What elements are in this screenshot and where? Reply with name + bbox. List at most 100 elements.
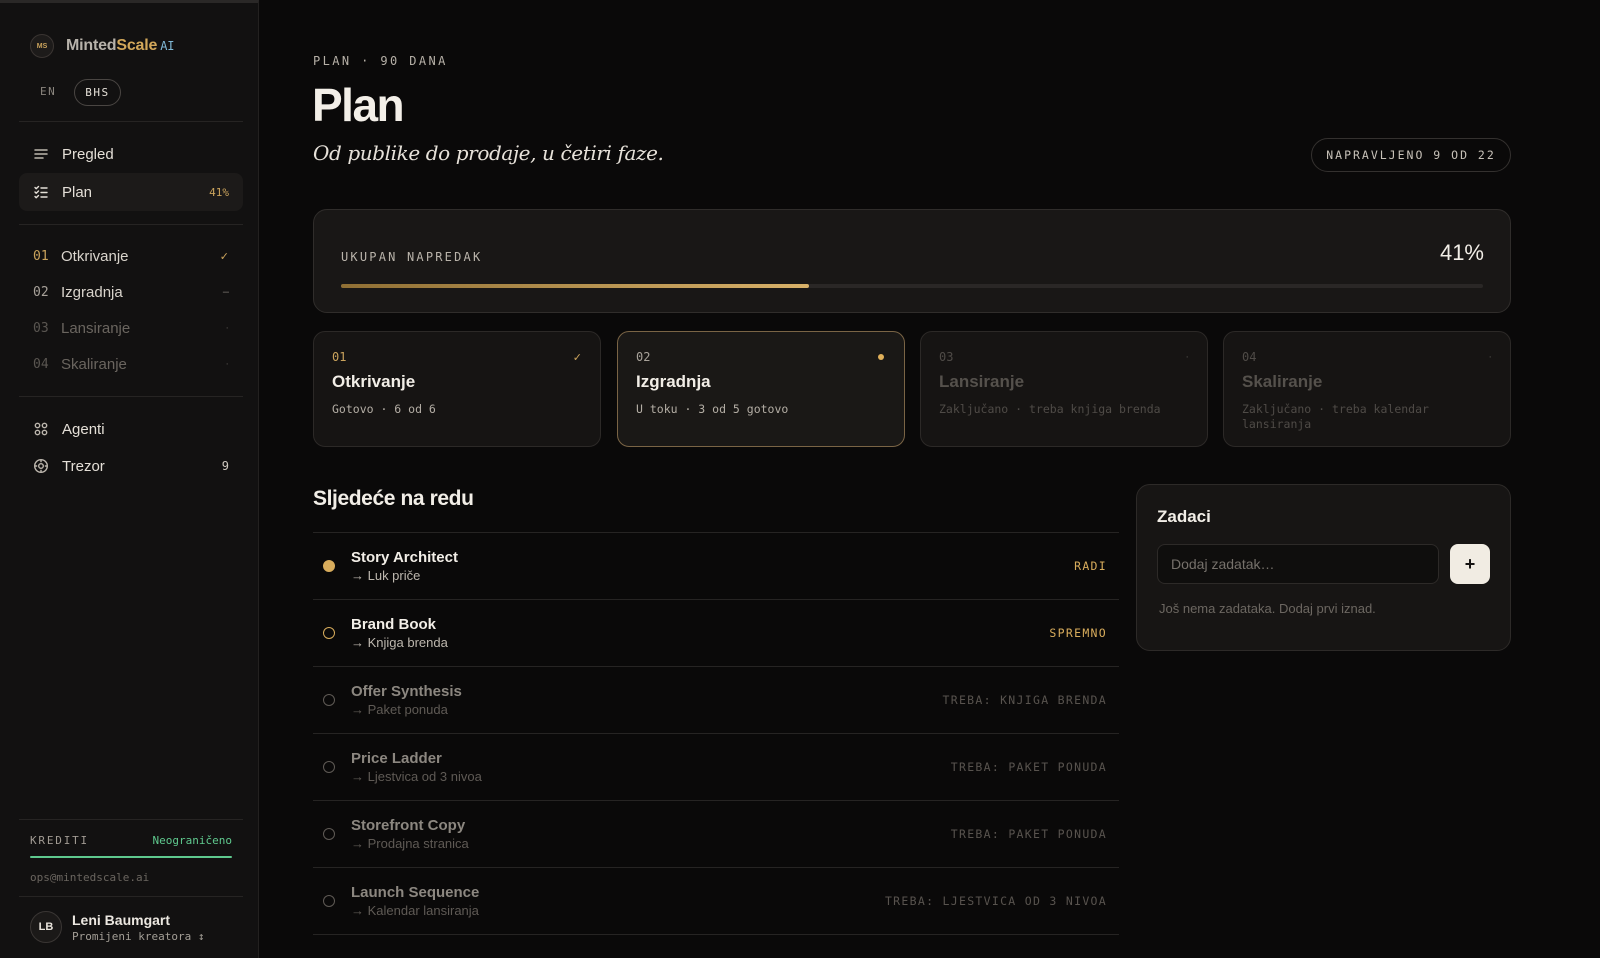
phase-title: Lansiranje — [939, 372, 1025, 391]
tasks-empty-state: Još nema zadataka. Dodaj prvi iznad. — [1159, 601, 1376, 616]
agent-output: → Luk priče — [351, 568, 421, 583]
nav-item-vault[interactable]: Trezor 9 — [19, 447, 243, 485]
nav-item-label: Plan — [62, 183, 93, 201]
agent-title: Price Ladder — [351, 750, 442, 767]
phase-status: U toku · 3 od 5 gotovo — [636, 402, 789, 416]
dot-icon: · — [225, 322, 229, 334]
progress-track — [341, 284, 1483, 288]
sidebar-phase-scale[interactable]: 04 Skaliranje · — [19, 349, 243, 379]
avatar: LB — [30, 911, 62, 943]
vault-icon — [33, 458, 49, 474]
phase-label: Lansiranje — [61, 319, 131, 337]
progress-percent: 41% — [1439, 240, 1484, 265]
lang-bhs-button[interactable]: BHS — [74, 79, 121, 106]
completed-count-pill: NAPRAVLJENO 9 OD 22 — [1311, 138, 1511, 172]
credits-panel: KREDITI Neograničeno — [19, 819, 243, 858]
phase-title: Otkrivanje — [332, 372, 416, 391]
agent-title: Story Architect — [351, 549, 458, 566]
status-badge: TREBA: LJESTVICA OD 3 NIVOA — [884, 894, 1107, 908]
tasks-heading: Zadaci — [1157, 507, 1211, 526]
lang-en-button[interactable]: EN — [30, 79, 66, 106]
page-subtitle: Od publike do prodaje, u četiri faze. — [313, 141, 664, 165]
list-item[interactable]: Brand Book → Knjiga brenda SPREMNO — [313, 600, 1119, 667]
status-ring-icon — [323, 694, 335, 706]
nav-item-plan[interactable]: Plan 41% — [19, 173, 243, 211]
next-up-list: Story Architect → Luk priče RADI Brand B… — [313, 532, 1119, 935]
status-badge: SPREMNO — [1049, 626, 1107, 640]
list-item[interactable]: Launch Sequence → Kalendar lansiranja TR… — [313, 868, 1119, 935]
agent-title: Brand Book — [351, 616, 437, 633]
agent-output: → Ljestvica od 3 nivoa — [351, 769, 482, 784]
user-name: Leni Baumgart — [72, 911, 171, 928]
check-icon: ✓ — [219, 250, 229, 263]
phase-card-launch[interactable]: 03 · Lansiranje Zaključano · treba knjig… — [920, 331, 1208, 447]
tasks-panel: Zadaci + Još nema zadataka. Dodaj prvi i… — [1136, 484, 1511, 651]
phase-label: Skaliranje — [61, 355, 127, 373]
phase-number: 02 — [33, 284, 49, 300]
task-input[interactable] — [1157, 544, 1439, 584]
list-item[interactable]: Storefront Copy → Prodajna stranica TREB… — [313, 801, 1119, 868]
nav-item-overview[interactable]: Pregled — [19, 135, 243, 173]
switch-creator-link[interactable]: Promijeni kreatora ↕ — [72, 930, 204, 943]
page-eyebrow: PLAN · 90 DANA — [313, 54, 448, 68]
credits-value: Neograničeno — [152, 834, 232, 847]
add-task-button[interactable]: + — [1450, 544, 1490, 584]
status-ring-icon — [323, 761, 335, 773]
agent-title: Launch Sequence — [351, 884, 480, 901]
dot-icon: · — [225, 358, 229, 370]
phase-status: Gotovo · 6 od 6 — [332, 402, 436, 416]
agent-output: → Kalendar lansiranja — [351, 903, 479, 918]
sidebar-phase-discovery[interactable]: 01 Otkrivanje ✓ — [19, 241, 243, 271]
plan-progress-badge: 41% — [209, 185, 229, 199]
vault-count: 9 — [221, 459, 229, 473]
phase-number: 03 — [33, 320, 49, 336]
sidebar-phase-launch[interactable]: 03 Lansiranje · — [19, 313, 243, 343]
phase-label: Otkrivanje — [61, 247, 129, 265]
phase-number: 03 — [939, 350, 954, 364]
phase-number: 02 — [636, 350, 651, 364]
dash-icon: – — [222, 286, 229, 298]
list-item[interactable]: Price Ladder → Ljestvica od 3 nivoa TREB… — [313, 734, 1119, 801]
account-email: ops@mintedscale.ai — [30, 871, 150, 884]
status-ring-icon — [323, 895, 335, 907]
check-icon: ✓ — [572, 351, 582, 364]
overall-progress-card: UKUPAN NAPREDAK 41% — [313, 209, 1511, 313]
phase-card-build[interactable]: 02 Izgradnja U toku · 3 od 5 gotovo — [617, 331, 905, 447]
nav-item-agents[interactable]: Agenti — [19, 410, 243, 448]
brand[interactable]: MS MintedScale AI — [30, 34, 174, 58]
phase-label: Izgradnja — [61, 283, 123, 301]
progress-fill — [341, 284, 810, 288]
credits-label: KREDITI — [30, 834, 89, 847]
phase-number: 01 — [332, 350, 347, 364]
phase-number: 01 — [33, 248, 49, 264]
list-item[interactable]: Story Architect → Luk priče RADI — [313, 533, 1119, 600]
sidebar-phase-build[interactable]: 02 Izgradnja – — [19, 277, 243, 307]
phase-status: Zaključano · treba kalendar lansiranja — [1242, 402, 1429, 431]
brand-name: MintedScale AI — [66, 37, 175, 54]
status-ring-icon — [323, 627, 335, 639]
phase-card-discovery[interactable]: 01 ✓ Otkrivanje Gotovo · 6 od 6 — [313, 331, 601, 447]
status-badge: TREBA: PAKET PONUDA — [950, 760, 1107, 774]
agent-title: Storefront Copy — [351, 817, 466, 834]
language-switch: EN BHS — [30, 79, 121, 106]
phase-number: 04 — [33, 356, 49, 372]
list-item[interactable]: Offer Synthesis → Paket ponuda TREBA: KN… — [313, 667, 1119, 734]
agent-title: Offer Synthesis — [351, 683, 462, 700]
phase-title: Izgradnja — [636, 372, 711, 391]
status-badge: RADI — [1074, 559, 1107, 573]
nav-item-label: Trezor — [62, 457, 105, 475]
progress-label: UKUPAN NAPREDAK — [341, 250, 483, 264]
divider — [19, 396, 243, 397]
checklist-icon — [33, 184, 49, 200]
divider — [19, 224, 243, 225]
agent-output: → Prodajna stranica — [351, 836, 469, 851]
status-dot-icon — [323, 560, 335, 572]
status-badge: TREBA: KNJIGA BRENDA — [942, 693, 1107, 707]
user-switcher[interactable]: LB Leni Baumgart Promijeni kreatora ↕ — [19, 896, 243, 943]
list-icon — [33, 146, 49, 162]
phase-number: 04 — [1242, 350, 1257, 364]
next-up-heading: Sljedeće na redu — [313, 487, 474, 510]
dot-icon: · — [1185, 351, 1189, 363]
nav-item-label: Agenti — [62, 420, 105, 438]
phase-card-scale[interactable]: 04 · Skaliranje Zaključano · treba kalen… — [1223, 331, 1511, 447]
